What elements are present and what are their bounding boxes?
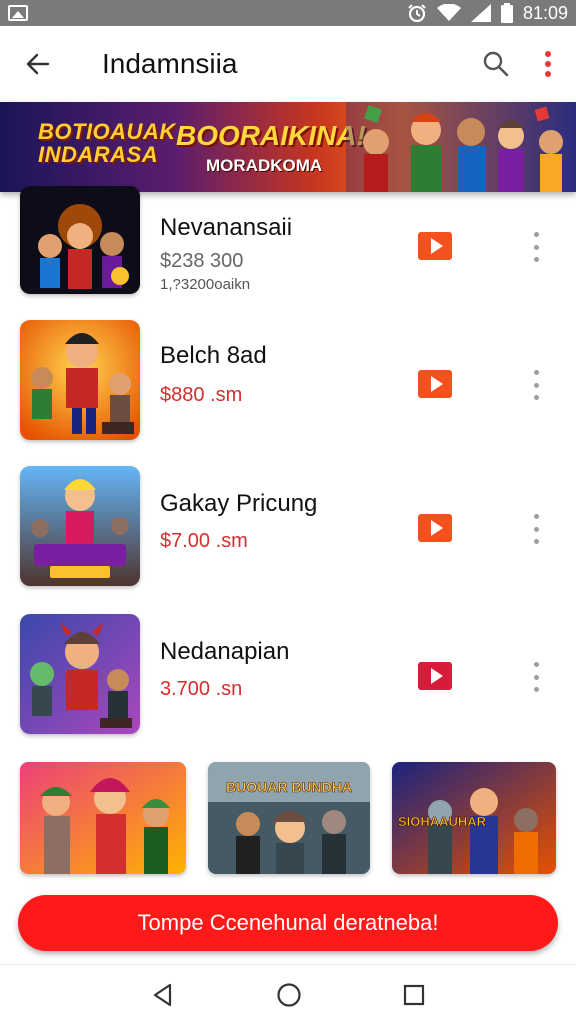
back-triangle-icon[interactable] <box>150 982 176 1008</box>
grid-thumbnail[interactable]: BUOUAR BUNDHA <box>208 762 370 874</box>
play-icon[interactable] <box>418 232 452 260</box>
banner-headline: BOORAIKINA! <box>176 120 366 151</box>
item-thumbnail <box>20 614 140 734</box>
banner-left-text: BOTIOAUAK INDARASA <box>38 119 176 168</box>
list-item[interactable]: Gakay Pricung $7.00 .sm <box>0 466 576 596</box>
grid-thumbnail[interactable]: SIOHAAUHAR <box>392 762 556 874</box>
status-icons: 81:09 <box>407 3 568 24</box>
banner-subline: MORADKOMA <box>206 156 323 175</box>
list-item[interactable]: Nedanapian 3.700 .sn <box>0 614 576 744</box>
play-icon[interactable] <box>418 370 452 398</box>
signal-icon <box>470 4 491 22</box>
wifi-icon <box>436 4 461 21</box>
grid-thumb-label: BUOUAR BUNDHA <box>226 779 352 795</box>
promo-banner[interactable]: BOTIOAUAK INDARASA BOORAIKINA! MORADKOMA <box>0 102 576 192</box>
home-circle-icon[interactable] <box>276 982 302 1008</box>
gallery-icon <box>8 5 28 21</box>
item-price: $238 300 <box>160 250 244 272</box>
app-bar: Indamnsiia <box>0 26 576 102</box>
item-thumbnail <box>20 466 140 586</box>
item-thumbnail <box>20 320 140 440</box>
item-price: $7.00 .sm <box>160 530 248 552</box>
item-subtext: 1,?3200oaikn <box>160 276 251 293</box>
item-name: Nedanapian <box>160 638 290 665</box>
item-price: $880 .sm <box>160 384 243 406</box>
item-name: Gakay Pricung <box>160 490 318 517</box>
more-vert-icon[interactable] <box>528 514 544 544</box>
page-title: Indamnsiia <box>102 48 238 79</box>
battery-icon <box>500 3 513 23</box>
grid-thumbnail[interactable] <box>20 762 186 874</box>
more-vert-icon[interactable] <box>528 662 544 692</box>
item-price: 3.700 .sn <box>160 678 243 700</box>
list-item[interactable]: Nevanansaii $238 300 1,?3200oaikn <box>0 186 576 322</box>
more-vert-icon[interactable] <box>544 50 552 78</box>
back-arrow-icon[interactable] <box>24 50 52 78</box>
item-name: Nevanansaii <box>160 214 293 241</box>
search-icon[interactable] <box>482 50 510 78</box>
status-bar: 81:09 <box>0 0 576 26</box>
play-icon[interactable] <box>418 514 452 542</box>
item-thumbnail <box>20 186 140 294</box>
recents-square-icon[interactable] <box>402 983 426 1007</box>
grid-thumb-label: SIOHAAUHAR <box>398 814 487 829</box>
more-vert-icon[interactable] <box>528 370 544 400</box>
item-name: Belch 8ad <box>160 342 267 369</box>
alarm-icon <box>408 4 426 23</box>
status-time: 81:09 <box>522 2 568 23</box>
banner-characters-image <box>346 102 576 192</box>
list-item[interactable]: Belch 8ad $880 .sm <box>0 320 576 450</box>
more-vert-icon[interactable] <box>528 232 544 262</box>
cta-button[interactable]: Tompe Ccenehunal deratneba! <box>18 895 558 951</box>
play-icon[interactable] <box>418 662 452 690</box>
system-nav-bar <box>0 964 576 1024</box>
